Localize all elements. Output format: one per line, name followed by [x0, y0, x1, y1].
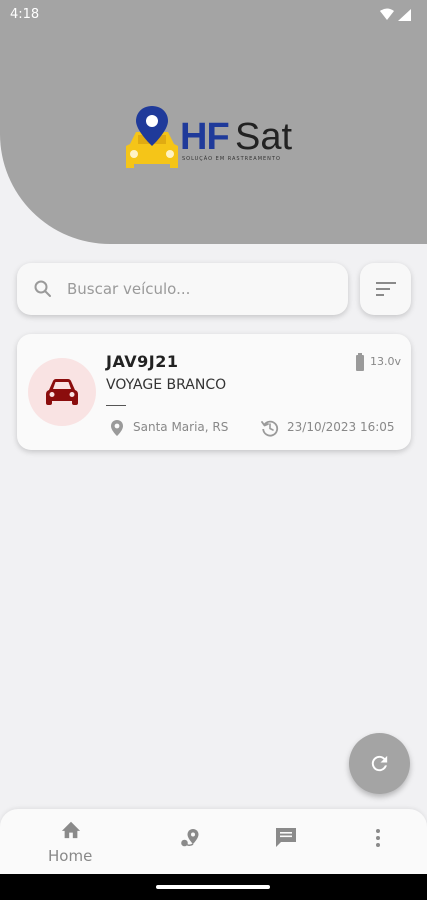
- battery-voltage: 13.0v: [370, 355, 402, 368]
- status-time: 4:18: [10, 7, 40, 22]
- nav-home-label: Home: [48, 847, 93, 865]
- bottom-nav: Home: [0, 809, 427, 874]
- vehicle-plate: JAV9J21: [106, 352, 179, 371]
- status-bar: 4:18: [0, 0, 427, 30]
- hfsat-logo: HF Sat SOLUÇÃO EM RASTREAMENTO: [122, 102, 312, 177]
- logo-text-hf: HF: [180, 116, 230, 158]
- vehicle-timestamp: 23/10/2023 16:05: [287, 420, 395, 434]
- nav-chat[interactable]: [266, 809, 306, 874]
- filter-sort-icon: [376, 282, 396, 296]
- divider-dash: [106, 405, 126, 406]
- location-pin-icon: [110, 419, 124, 441]
- search-input[interactable]: [67, 277, 327, 301]
- history-clock-icon: [261, 419, 279, 441]
- search-icon: [33, 279, 53, 303]
- search-box[interactable]: [17, 263, 348, 315]
- map-route-icon: [181, 829, 199, 847]
- home-icon: [61, 821, 81, 839]
- chat-icon: [276, 828, 296, 847]
- nav-map[interactable]: [172, 809, 212, 874]
- system-gesture-bar: [0, 874, 427, 900]
- logo-text-sat: Sat: [235, 116, 293, 158]
- car-icon: [46, 379, 78, 405]
- vehicle-model: VOYAGE BRANCO: [106, 377, 227, 393]
- wifi-icon: [380, 8, 394, 20]
- vehicle-avatar: [28, 358, 96, 426]
- cell-signal-icon: [398, 9, 411, 21]
- vehicle-location: Santa Maria, RS: [133, 420, 229, 434]
- status-icons: [379, 7, 413, 26]
- nav-more[interactable]: [365, 809, 395, 874]
- nav-home[interactable]: Home: [42, 809, 102, 874]
- refresh-button[interactable]: [349, 733, 410, 794]
- vehicle-card[interactable]: JAV9J21 VOYAGE BRANCO 13.0v Santa Maria,…: [17, 334, 411, 450]
- car-location-pin-logo-icon: [126, 106, 178, 168]
- battery-icon: [355, 353, 365, 375]
- filter-button[interactable]: [360, 263, 411, 315]
- more-vert-icon: [376, 829, 380, 847]
- refresh-icon: [371, 755, 388, 772]
- logo-tagline: SOLUÇÃO EM RASTREAMENTO: [182, 156, 281, 162]
- gesture-handle[interactable]: [156, 885, 270, 889]
